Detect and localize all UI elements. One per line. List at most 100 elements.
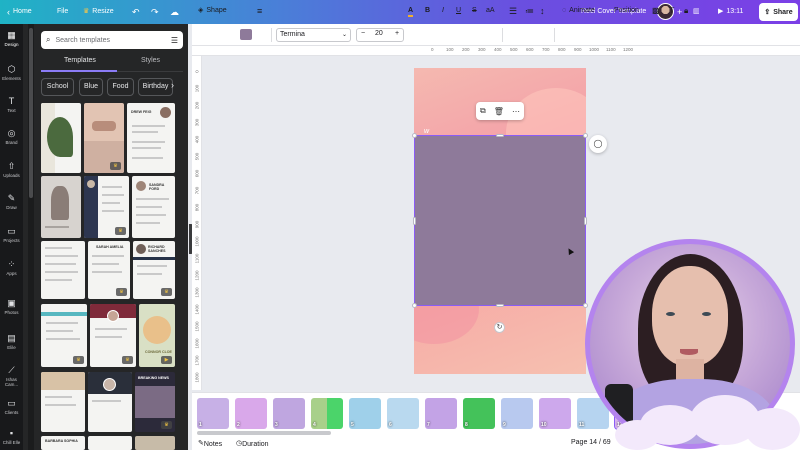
trash-icon[interactable]: 🗑︎ [494, 107, 504, 116]
rail-item-brand[interactable]: ◎ Brand [0, 128, 23, 145]
file-menu[interactable]: File [57, 0, 68, 24]
font-size-stepper[interactable]: − 20 + [356, 28, 404, 42]
chip-blue[interactable]: Blue [79, 78, 103, 96]
template-card[interactable]: ♛ [84, 103, 124, 173]
scrollbar-thumb[interactable] [29, 28, 33, 198]
page-thumbnail[interactable]: 6 [387, 398, 419, 429]
border-style-button[interactable]: ≡ [257, 5, 262, 17]
rail-item-draw[interactable]: ✎ Draw [0, 193, 23, 210]
tab-styles[interactable]: Styles [141, 57, 160, 64]
home-button[interactable]: ‹ Home [7, 0, 32, 24]
template-card[interactable]: ♛ [84, 176, 129, 238]
duration-button[interactable]: ◷ Duration [236, 439, 269, 448]
resize-button[interactable]: ♛ Resize [83, 0, 114, 24]
panel-scrollbar[interactable] [28, 24, 34, 450]
more-icon[interactable]: ⋯ [512, 107, 520, 116]
font-size-value[interactable]: 20 [375, 30, 383, 37]
bold-button[interactable]: B [425, 5, 430, 17]
template-card[interactable]: CONNOR CLOE ▶ [139, 304, 175, 367]
underline-button[interactable]: U [456, 5, 461, 17]
tab-templates[interactable]: Templates [64, 57, 96, 64]
search-input[interactable]: ⌕ Search templates ☰ [41, 31, 183, 49]
template-card[interactable]: RICHARD SANCHES ♛ [133, 241, 175, 299]
undo-button[interactable]: ↶ [132, 0, 140, 24]
rail-item-projects[interactable]: ▭ Projects [0, 226, 23, 243]
text-color-button[interactable]: A [408, 5, 414, 17]
resize-handle[interactable] [584, 217, 587, 225]
template-card[interactable] [88, 372, 132, 432]
duplicate-icon[interactable]: ⧉ [480, 106, 486, 116]
rail-item-photos[interactable]: ▣ Photos [0, 298, 23, 315]
template-card[interactable]: SARAH AMELIA ♛ [88, 241, 130, 299]
template-card[interactable] [41, 103, 81, 173]
fill-color-swatch[interactable] [240, 29, 252, 40]
rail-item-uploads[interactable]: ⇧ Uploads [0, 161, 23, 178]
template-card[interactable] [41, 176, 81, 238]
rail-item-camera[interactable]: ⟋ Ishas Cam... [0, 365, 23, 387]
transparency-button[interactable]: ▩ [652, 5, 660, 17]
align-button[interactable]: ☰ [509, 5, 517, 17]
page-thumbnail[interactable]: 1 [197, 398, 229, 429]
template-card[interactable]: SANDRA FORD [132, 176, 175, 238]
comment-icon[interactable]: ◯ [589, 135, 607, 153]
cloud-save-button[interactable]: ☁ [170, 0, 179, 24]
page-thumbnail[interactable]: 5 [349, 398, 381, 429]
resize-handle[interactable] [496, 304, 504, 307]
template-card[interactable] [135, 436, 175, 450]
insights-button[interactable]: ▥ [693, 0, 700, 24]
rotate-icon[interactable]: ↻ [494, 322, 505, 333]
rail-item-clients[interactable]: ▭ Clients [0, 398, 23, 415]
resize-handle[interactable] [583, 303, 588, 308]
template-card[interactable]: DREW FEIG [127, 103, 175, 173]
template-card[interactable]: ♛ [41, 304, 87, 367]
page-thumbnail[interactable]: 10 [539, 398, 571, 429]
page-thumbnail[interactable]: 8 [463, 398, 495, 429]
page-thumbnail[interactable]: 9 [501, 398, 533, 429]
redo-button[interactable]: ↷ [151, 0, 159, 24]
resize-handle[interactable] [412, 303, 417, 308]
resize-handle[interactable] [583, 133, 588, 138]
shape-button[interactable]: ◈ Shape [198, 5, 227, 17]
page-thumbnail[interactable]: 4 [311, 398, 343, 429]
position-button[interactable]: Position [614, 5, 639, 17]
plus-icon[interactable]: + [395, 30, 399, 37]
template-card[interactable]: BARBARA SOPHIA [41, 436, 85, 450]
add-collaborator-button[interactable]: + [677, 0, 682, 24]
share-button[interactable]: ⇪ Share [759, 3, 798, 21]
template-card[interactable] [41, 241, 85, 299]
selected-shape[interactable] [414, 135, 586, 306]
chevron-right-icon[interactable]: › [171, 80, 174, 90]
italic-button[interactable]: I [442, 5, 444, 17]
rail-item-design[interactable]: ▦ Design [0, 30, 23, 47]
notes-button[interactable]: ✎ Notes [198, 439, 222, 448]
copy-style-button[interactable]: ⊤ [668, 5, 675, 17]
chip-birthday[interactable]: Birthday [138, 78, 173, 96]
animate-button[interactable]: ◌ Animate [562, 5, 595, 17]
chip-school[interactable]: School [41, 78, 74, 96]
resize-handle[interactable] [412, 133, 417, 138]
template-card[interactable] [88, 436, 132, 450]
filter-icon[interactable]: ☰ [171, 36, 178, 45]
rail-item-chill-elle[interactable]: ▪ Chill Elle [0, 428, 23, 445]
rail-item-text[interactable]: T Text [0, 96, 23, 113]
strikethrough-button[interactable]: S [472, 5, 477, 17]
lock-button[interactable]: 🔒︎ [684, 5, 688, 17]
minus-icon[interactable]: − [361, 30, 365, 37]
rail-item-elements[interactable]: ⬡ Elements [0, 64, 23, 81]
page-thumbnail[interactable]: 3 [273, 398, 305, 429]
present-button[interactable]: ▶ 13:11 [718, 0, 743, 24]
list-button[interactable]: ≔ [525, 5, 534, 17]
template-card[interactable]: ♛ [90, 304, 136, 367]
spacing-button[interactable]: ↕ [540, 5, 545, 17]
resize-handle[interactable] [496, 134, 504, 137]
template-card[interactable]: BREAKING NEWS ♛ [135, 372, 175, 432]
rail-item-elile[interactable]: ▤ Elile [0, 333, 23, 350]
template-card[interactable] [41, 372, 85, 432]
case-button[interactable]: aA [486, 5, 495, 17]
chip-food[interactable]: Food [107, 78, 134, 96]
rail-item-apps[interactable]: ⁘ Apps [0, 259, 23, 276]
resize-handle[interactable] [413, 217, 416, 225]
font-family-select[interactable]: Termina ⌄ [276, 28, 351, 42]
filmstrip-scrollbar[interactable] [197, 431, 331, 435]
page-thumbnail[interactable]: 2 [235, 398, 267, 429]
